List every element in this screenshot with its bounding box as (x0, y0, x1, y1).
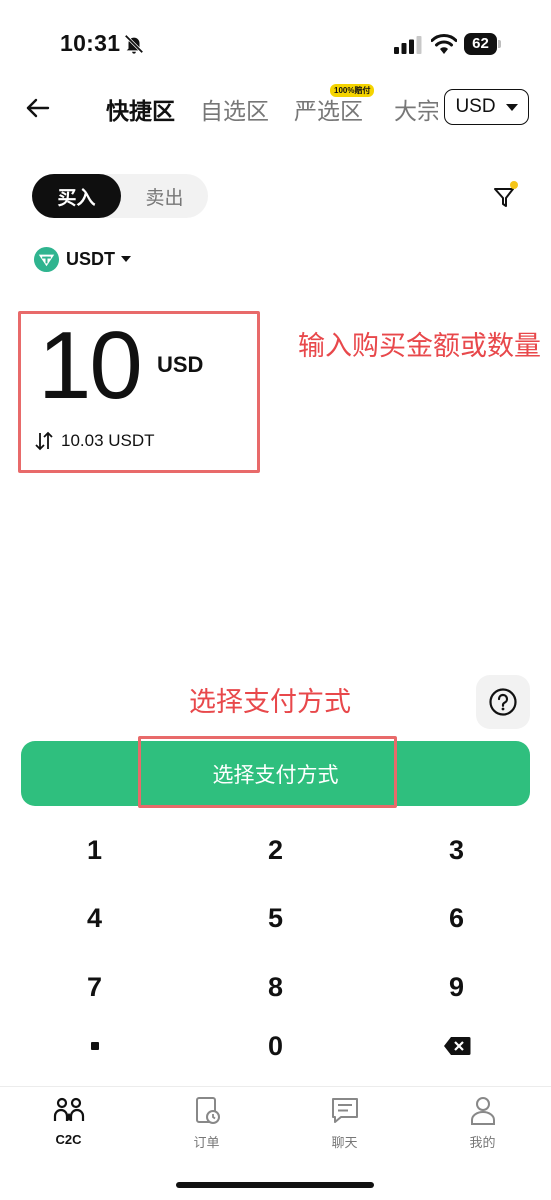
home-indicator (176, 1182, 374, 1188)
guarantee-badge: 100%赔付 (330, 84, 375, 97)
nav-profile-label: 我的 (469, 1135, 496, 1150)
currency-select[interactable]: USD (444, 89, 529, 125)
key-6[interactable]: 6 (365, 885, 548, 951)
amount-input[interactable]: 10 (38, 315, 143, 417)
tab-self-select-zone[interactable]: 自选区 (200, 92, 269, 126)
coin-symbol: USDT (66, 248, 115, 269)
payment-highlight-box (138, 736, 397, 808)
key-1[interactable]: 1 (3, 817, 186, 883)
key-0[interactable]: 0 (184, 1013, 367, 1079)
nav-profile[interactable]: 我的 (414, 1096, 551, 1156)
key-8[interactable]: 8 (184, 954, 367, 1020)
battery-indicator: 62 (464, 33, 502, 55)
back-arrow-icon[interactable] (24, 94, 52, 122)
key-4[interactable]: 4 (3, 885, 186, 951)
nav-chat-label: 聊天 (331, 1135, 358, 1150)
chat-icon (331, 1098, 358, 1123)
key-3[interactable]: 3 (365, 817, 548, 883)
signal-icon (394, 36, 422, 54)
decimal-point-icon (90, 1042, 99, 1050)
bell-muted-icon (124, 34, 144, 54)
nav-c2c[interactable]: C2C (0, 1096, 137, 1156)
nav-chat[interactable]: 聊天 (276, 1096, 413, 1156)
key-decimal[interactable] (3, 1013, 186, 1079)
key-backspace[interactable] (365, 1013, 548, 1079)
nav-orders[interactable]: 订单 (138, 1096, 275, 1156)
bottom-divider (0, 1086, 551, 1087)
chevron-down-icon (121, 256, 131, 262)
annotation-pay-hint: 选择支付方式 (189, 687, 351, 717)
tab-bulk-zone[interactable]: 大宗 (394, 92, 438, 126)
chevron-down-icon (505, 103, 518, 111)
battery-level: 62 (464, 33, 497, 55)
tab-strict-zone[interactable]: 严选区 (294, 92, 363, 126)
help-button[interactable] (476, 675, 530, 729)
key-5[interactable]: 5 (184, 885, 367, 951)
key-9[interactable]: 9 (365, 954, 548, 1020)
nav-orders-label: 订单 (193, 1135, 220, 1150)
question-icon (489, 688, 517, 716)
orders-icon (195, 1097, 220, 1124)
amount-unit: USD (157, 352, 204, 377)
key-2[interactable]: 2 (184, 817, 367, 883)
sell-tab[interactable]: 卖出 (121, 174, 208, 218)
nav-c2c-label: C2C (55, 1132, 82, 1147)
c2c-icon (53, 1097, 84, 1121)
backspace-icon (443, 1037, 470, 1055)
annotation-input-hint: 输入购买金额或数量 (298, 331, 541, 361)
converted-amount: 10.03 USDT (61, 431, 155, 450)
tab-quick-zone[interactable]: 快捷区 (106, 92, 175, 126)
buy-tab[interactable]: 买入 (32, 174, 121, 218)
key-7[interactable]: 7 (3, 954, 186, 1020)
coin-selector[interactable]: USDT (33, 244, 131, 274)
profile-icon (470, 1097, 495, 1125)
status-time: 10:31 (60, 30, 121, 56)
tether-icon (33, 246, 60, 272)
wifi-icon (431, 34, 457, 54)
swap-icon[interactable] (34, 431, 54, 451)
battery-cap (498, 40, 501, 48)
currency-value: USD (455, 96, 496, 117)
filter-icon[interactable] (492, 180, 520, 210)
